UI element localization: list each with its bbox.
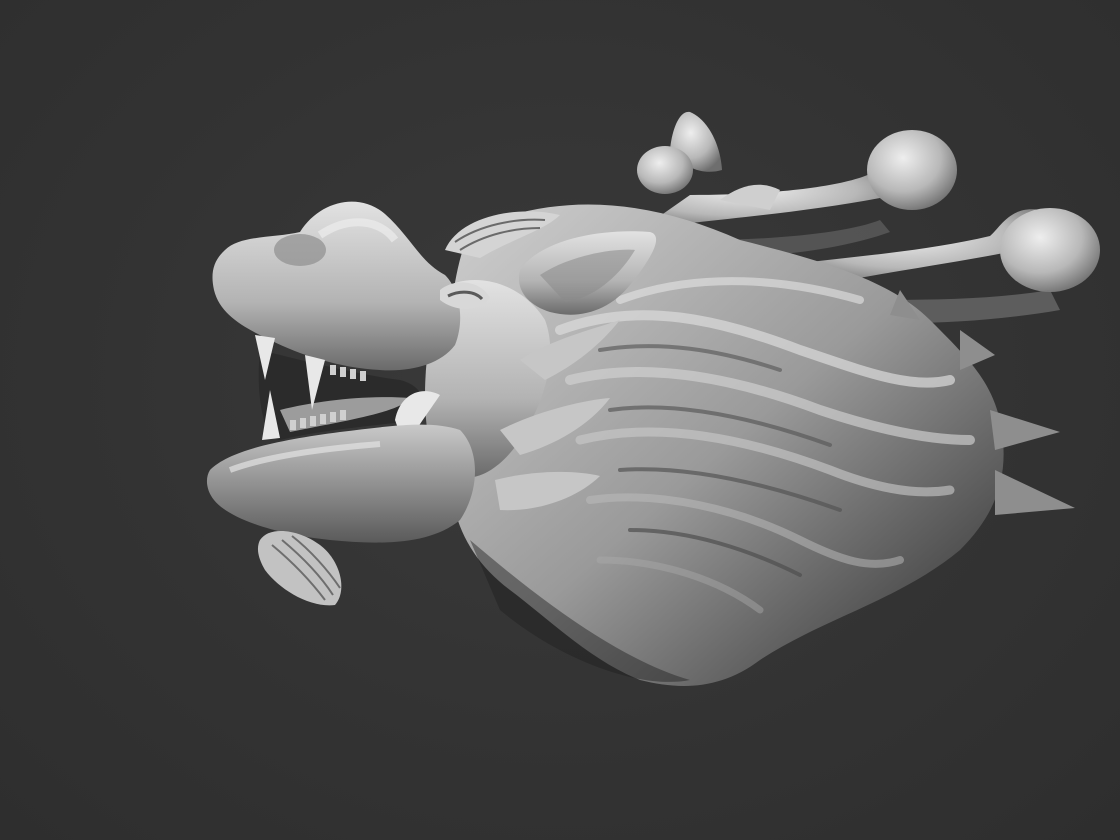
beard (257, 530, 342, 606)
3d-viewport[interactable] (0, 0, 1120, 840)
lower-jaw (206, 424, 475, 543)
dragon-head-sculpt (206, 111, 1100, 686)
horn-knob (637, 146, 693, 194)
nostril (274, 234, 326, 266)
